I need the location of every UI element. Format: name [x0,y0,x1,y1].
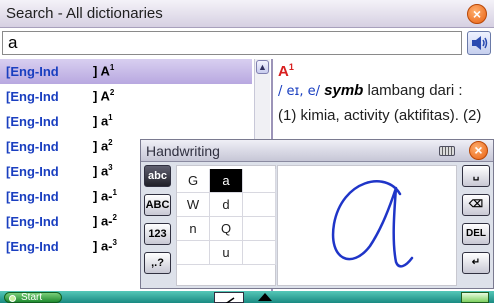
window-title: Search - All dictionaries [6,5,163,22]
handwriting-title: Handwriting [146,143,220,159]
candidate-cell[interactable] [243,217,276,241]
handwriting-close-button[interactable]: × [469,141,488,160]
definition-headword: A1 [278,62,294,80]
battery-icon [461,292,489,303]
candidate-window: G a W d n Q u [176,165,276,286]
entry-word: ] a2 [93,138,113,154]
definition-pane: A1 / eɪ, e/ symb lambang dari : (1) kimi… [275,59,494,139]
pen-icon [225,297,235,303]
entry-word: ] a3 [93,163,113,179]
space-button[interactable]: ␣ [462,165,490,187]
handwriting-panel: Handwriting × abc ABC 123 ,.? G a W d n … [140,139,494,289]
close-button[interactable]: × [467,4,487,24]
handwriting-title-bar: Handwriting × [141,140,493,162]
candidate-cell[interactable]: W [177,193,210,217]
dictionary-tag: [Eng-Ind [6,214,59,229]
dictionary-tag: [Eng-Ind [6,114,59,129]
start-button[interactable]: Start [4,292,62,303]
candidate-cell[interactable] [243,193,276,217]
search-bar: a [0,29,494,57]
mode-numbers-button[interactable]: 123 [144,223,171,245]
handwritten-stroke [331,180,414,268]
mode-punctuation-button[interactable]: ,.? [144,252,171,274]
candidate-cell[interactable]: Q [210,217,243,241]
list-item[interactable]: [Eng-Ind ] A2 [0,84,252,109]
candidate-cell-selected[interactable]: a [210,169,243,193]
taskbar: Start [0,291,494,303]
entry-word: ] A2 [93,88,115,104]
candidate-cell[interactable] [177,241,210,265]
mode-lowercase-button[interactable]: abc [144,165,171,187]
definition-line-2: (1) kimia, activity (aktifitas). (2) [278,107,482,124]
phonetic: / eɪ, e/ [278,84,320,99]
dictionary-tag: [Eng-Ind [6,64,59,79]
candidate-cell[interactable]: d [210,193,243,217]
candidate-cell[interactable]: G [177,169,210,193]
handwriting-area[interactable] [277,165,457,286]
title-bar: Search - All dictionaries × [0,0,494,28]
start-icon [9,295,16,302]
list-item[interactable]: [Eng-Ind ] a1 [0,109,252,134]
enter-button[interactable]: ↵ [462,252,490,274]
arrow-up-icon[interactable] [258,293,272,301]
definition-line-1: / eɪ, e/ symb lambang dari : [278,82,463,99]
dictionary-tag: [Eng-Ind [6,239,59,254]
entry-word: ] A1 [93,63,115,79]
pen-input-button[interactable] [214,292,244,303]
candidate-cell[interactable]: n [177,217,210,241]
part-of-speech: symb [324,82,364,99]
mode-uppercase-button[interactable]: ABC [144,194,171,216]
candidate-cell[interactable] [243,169,276,193]
entry-word: ] a-2 [93,213,117,229]
speaker-button[interactable] [467,31,491,55]
scroll-up-icon[interactable]: ▲ [256,60,269,74]
entry-word: ] a1 [93,113,113,129]
delete-button[interactable]: DEL [462,223,490,245]
search-input[interactable]: a [2,31,462,55]
dictionary-tag: [Eng-Ind [6,189,59,204]
list-item[interactable]: [Eng-Ind ] A1 [0,59,252,84]
candidate-cell[interactable]: u [210,241,243,265]
dictionary-tag: [Eng-Ind [6,89,59,104]
dictionary-tag: [Eng-Ind [6,139,59,154]
dictionary-tag: [Eng-Ind [6,164,59,179]
entry-word: ] a-1 [93,188,117,204]
entry-word: ] a-3 [93,238,117,254]
speaker-icon [472,36,488,50]
keyboard-icon[interactable] [439,146,455,156]
candidate-cell[interactable] [243,241,276,265]
backspace-button[interactable]: ⌫ [462,194,490,216]
